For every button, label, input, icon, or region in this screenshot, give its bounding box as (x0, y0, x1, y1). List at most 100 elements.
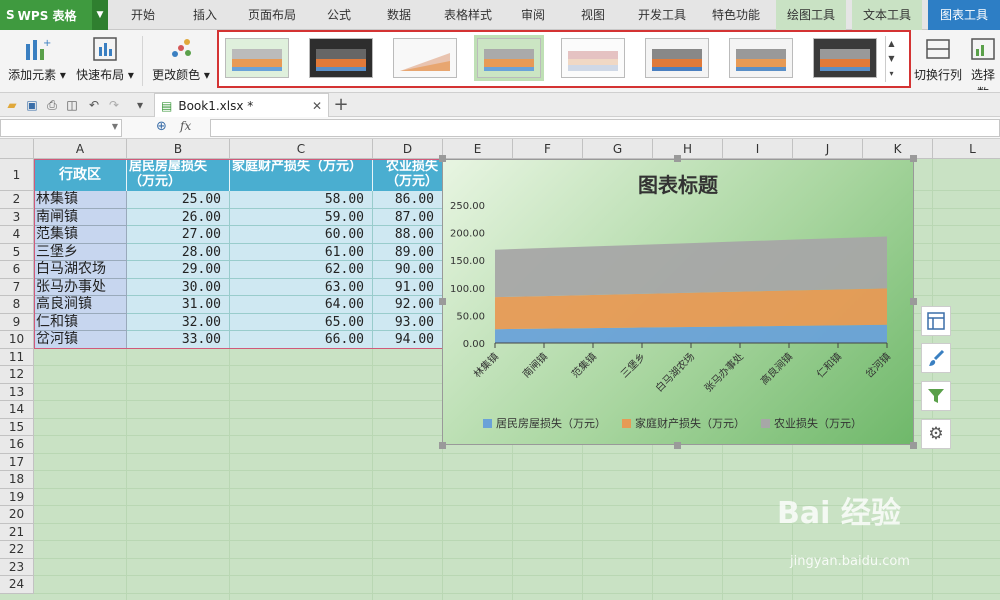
row-header-15[interactable]: 15 (0, 418, 34, 436)
customize-toolbar-icon[interactable]: ▾ (132, 97, 148, 113)
column-header-k[interactable]: K (863, 139, 933, 159)
column-header-d[interactable]: D (373, 139, 443, 159)
table-cell-district[interactable]: 三堡乡 (34, 243, 127, 261)
chart-style-1[interactable] (225, 38, 289, 78)
column-header-h[interactable]: H (653, 139, 723, 159)
undo-icon[interactable]: ↶ (86, 97, 102, 113)
row-header-14[interactable]: 14 (0, 401, 34, 419)
chart-legend[interactable]: 居民房屋损失（万元） 家庭财产损失（万元） 农业损失（万元） (483, 414, 903, 432)
zoom-magnifier-icon[interactable]: ⊕ (156, 119, 167, 134)
table-cell-value[interactable]: 66.00 (230, 331, 373, 349)
tab-developer[interactable]: 开发工具 (630, 0, 694, 30)
fx-icon[interactable]: fx (180, 119, 191, 133)
chart-style-8[interactable] (813, 38, 877, 78)
chevron-down-icon[interactable]: ▼ (112, 122, 118, 131)
table-cell-district[interactable]: 南闸镇 (34, 208, 127, 226)
table-cell-value[interactable]: 89.00 (373, 243, 443, 261)
column-header-b[interactable]: B (127, 139, 230, 159)
tab-chart-tools[interactable]: 图表工具 (928, 0, 1000, 30)
chevron-up-icon[interactable]: ▲ (886, 36, 897, 51)
chart-elements-button[interactable] (921, 306, 951, 336)
row-header-19[interactable]: 19 (0, 488, 34, 506)
column-header-i[interactable]: I (723, 139, 793, 159)
chart-resize-handle[interactable] (910, 155, 917, 162)
print-icon[interactable]: ⎙ (44, 97, 60, 113)
chart-style-6[interactable] (645, 38, 709, 78)
table-cell-value[interactable]: 87.00 (373, 208, 443, 226)
chart-style-5[interactable] (561, 38, 625, 78)
row-header-4[interactable]: 4 (0, 226, 34, 244)
table-cell-value[interactable]: 30.00 (127, 278, 230, 296)
chevron-down-icon[interactable]: ▼ (886, 51, 897, 66)
column-header-j[interactable]: J (793, 139, 863, 159)
table-cell-value[interactable]: 65.00 (230, 313, 373, 331)
save-icon[interactable]: ▣ (24, 97, 40, 113)
select-all-corner[interactable] (0, 139, 34, 159)
table-cell-value[interactable]: 88.00 (373, 226, 443, 244)
tab-insert[interactable]: 插入 (180, 0, 230, 30)
tab-text-tools[interactable]: 文本工具 (852, 0, 922, 30)
more-styles-icon[interactable]: ▾ (886, 66, 897, 81)
table-cell-value[interactable]: 59.00 (230, 208, 373, 226)
chart-resize-handle[interactable] (674, 155, 681, 162)
chart-resize-handle[interactable] (439, 155, 446, 162)
table-cell-value[interactable]: 28.00 (127, 243, 230, 261)
row-header-20[interactable]: 20 (0, 506, 34, 524)
table-cell-district[interactable]: 岔河镇 (34, 331, 127, 349)
row-header-13[interactable]: 13 (0, 383, 34, 401)
table-cell-value[interactable]: 33.00 (127, 331, 230, 349)
gallery-scrollbar[interactable]: ▲ ▼ ▾ (885, 36, 897, 82)
row-header-6[interactable]: 6 (0, 261, 34, 279)
chart-style-4-selected[interactable] (474, 35, 544, 81)
select-data-button[interactable]: 选择数 (966, 32, 1000, 90)
column-header-g[interactable]: G (583, 139, 653, 159)
tab-drawing-tools[interactable]: 绘图工具 (776, 0, 846, 30)
tab-special[interactable]: 特色功能 (704, 0, 768, 30)
chart-style-2[interactable] (309, 38, 373, 78)
column-header-c[interactable]: C (230, 139, 373, 159)
table-header-district[interactable]: 行政区 (34, 159, 127, 191)
redo-icon[interactable]: ↷ (106, 97, 122, 113)
row-header-11[interactable]: 11 (0, 348, 34, 366)
change-color-button[interactable]: 更改颜色 ▾ (150, 32, 212, 90)
row-header-3[interactable]: 3 (0, 208, 34, 226)
table-cell-value[interactable]: 27.00 (127, 226, 230, 244)
table-cell-district[interactable]: 仁和镇 (34, 313, 127, 331)
table-cell-value[interactable]: 86.00 (373, 191, 443, 209)
tab-data[interactable]: 数据 (374, 0, 424, 30)
table-header-agri-loss[interactable]: 农业损失（万元） (373, 159, 443, 191)
file-tab[interactable]: ▤ Book1.xlsx * ✕ (154, 93, 329, 117)
new-tab-button[interactable]: + (332, 93, 350, 117)
row-header-12[interactable]: 12 (0, 366, 34, 384)
table-cell-value[interactable]: 90.00 (373, 261, 443, 279)
chart-resize-handle[interactable] (439, 442, 446, 449)
table-cell-value[interactable]: 91.00 (373, 278, 443, 296)
column-header-e[interactable]: E (443, 139, 513, 159)
table-cell-value[interactable]: 32.00 (127, 313, 230, 331)
row-header-24[interactable]: 24 (0, 576, 34, 594)
row-header-2[interactable]: 2 (0, 191, 34, 209)
row-header-9[interactable]: 9 (0, 313, 34, 331)
row-header-10[interactable]: 10 (0, 331, 34, 349)
add-element-button[interactable]: + 添加元素 ▾ (6, 32, 68, 90)
open-folder-icon[interactable]: ▰ (4, 97, 20, 113)
chart-style-button[interactable] (921, 343, 951, 373)
row-header-16[interactable]: 16 (0, 436, 34, 454)
legend-item-3[interactable]: 农业损失（万元） (761, 414, 862, 432)
tab-formula[interactable]: 公式 (314, 0, 364, 30)
row-header-18[interactable]: 18 (0, 471, 34, 489)
legend-item-1[interactable]: 居民房屋损失（万元） (483, 414, 606, 432)
print-preview-icon[interactable]: ◫ (64, 97, 80, 113)
chart-settings-button[interactable]: ⚙ (921, 419, 951, 449)
switch-row-column-button[interactable]: 切换行列 (914, 32, 962, 90)
column-header-l[interactable]: L (933, 139, 1000, 159)
table-cell-value[interactable]: 93.00 (373, 313, 443, 331)
chart-filter-button[interactable] (921, 381, 951, 411)
formula-input[interactable] (210, 119, 1000, 137)
close-tab-icon[interactable]: ✕ (312, 99, 322, 113)
row-header-22[interactable]: 22 (0, 541, 34, 559)
column-header-a[interactable]: A (34, 139, 127, 159)
tab-table-style[interactable]: 表格样式 (436, 0, 500, 30)
tab-review[interactable]: 审阅 (508, 0, 558, 30)
row-header-5[interactable]: 5 (0, 243, 34, 261)
